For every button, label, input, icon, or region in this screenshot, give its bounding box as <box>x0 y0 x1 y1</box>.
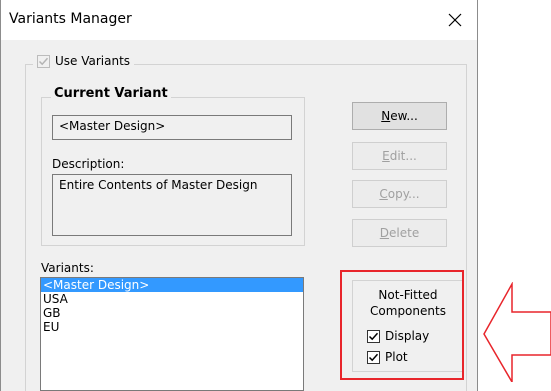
variant-list-item[interactable]: USA <box>41 292 303 306</box>
window-title: Variants Manager <box>9 11 132 27</box>
arrow-left-icon <box>483 282 551 382</box>
annotation-highlight-box <box>340 270 464 380</box>
close-button[interactable] <box>439 4 471 36</box>
current-variant-label: Current Variant <box>51 86 171 101</box>
use-variants-checkbox[interactable]: Use Variants <box>33 54 135 68</box>
variants-label: Variants: <box>41 261 94 275</box>
use-variants-check-box[interactable] <box>37 54 50 68</box>
checkmark-icon <box>38 57 49 65</box>
copy-button[interactable]: Copy... <box>352 180 447 208</box>
delete-button[interactable]: Delete <box>352 219 447 247</box>
description-field: Entire Contents of Master Design <box>52 174 292 236</box>
new-button[interactable]: New... <box>352 102 447 130</box>
variants-list[interactable]: <Master Design> USA GB EU <box>40 277 304 391</box>
edit-button[interactable]: Edit... <box>352 142 447 170</box>
current-variant-name-field: <Master Design> <box>52 115 292 140</box>
variant-list-item[interactable]: EU <box>41 320 303 334</box>
use-variants-label: Use Variants <box>55 54 131 68</box>
title-bar: Variants Manager <box>1 0 477 40</box>
variant-list-item[interactable]: <Master Design> <box>41 278 303 292</box>
variant-list-item[interactable]: GB <box>41 306 303 320</box>
close-icon <box>448 13 462 27</box>
description-label: Description: <box>52 157 125 171</box>
